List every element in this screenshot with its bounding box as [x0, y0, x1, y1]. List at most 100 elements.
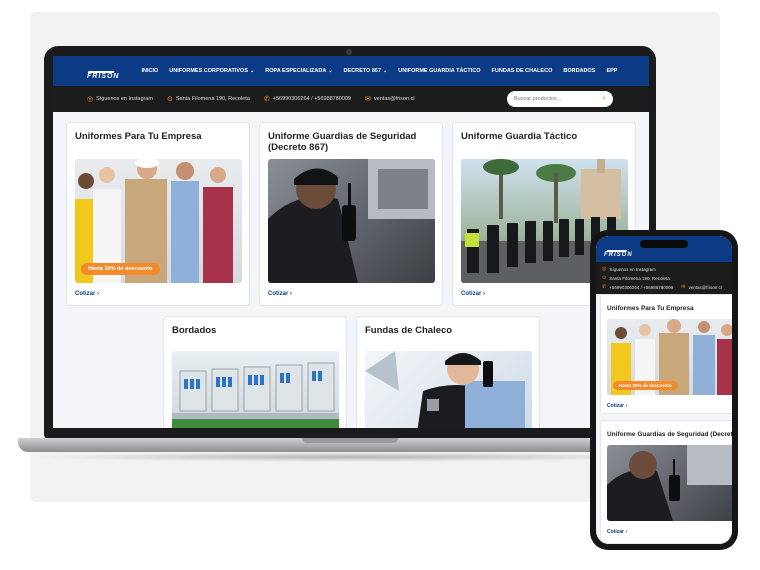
card-title: Uniforme Guardias de Seguridad (Decreto …	[268, 131, 417, 153]
card-title: Uniformes Para Tu Empresa	[607, 305, 694, 312]
location-icon: ⊙	[602, 275, 607, 281]
nav-item-ropa-especializada[interactable]: ROPA ESPECIALIZADA ⌄	[265, 68, 332, 74]
nav-label: UNIFORME GUARDIA TÁCTICO	[398, 68, 481, 74]
phone-icon: ✆	[602, 284, 607, 290]
instagram-link[interactable]: ◎ Síguenos en Instagram	[602, 266, 656, 272]
card-bordados[interactable]: Bordados	[163, 316, 347, 428]
cotizar-label: Cotizar	[461, 291, 482, 297]
mobile-card-guardias-seguridad[interactable]: Uniforme Guardias de Seguridad (Decreto …	[600, 420, 732, 544]
location-icon: ⊙	[166, 96, 173, 103]
nav-item-guardia-tactico[interactable]: UNIFORME GUARDIA TÁCTICO	[398, 68, 480, 74]
email-label: ventas@frison.cl	[688, 284, 722, 290]
nav-label: ROPA ESPECIALIZADA	[265, 68, 327, 74]
chevron-down-icon: ⌄	[328, 68, 333, 74]
chevron-down-icon: ⌄	[383, 68, 388, 74]
card-title: Fundas de Chaleco	[365, 325, 453, 336]
nav-label: EPP	[606, 68, 618, 74]
card-title: Uniforme Guardias de Seguridad (Decreto …	[607, 431, 732, 438]
card-image-guard	[607, 445, 732, 521]
mobile-info-bar: ◎ Síguenos en Instagram ⊙ Santa Filomena 1…	[596, 262, 732, 294]
logo-text: FRISON	[87, 72, 120, 80]
nav-label: FUNDAS DE CHALECO	[491, 68, 553, 74]
phone-label: +56990306264 / +56988780009	[609, 284, 674, 290]
phone-label: +56990306264 / +56988780009	[272, 96, 352, 102]
logo-text: FRISON	[604, 252, 633, 258]
info-bar: ◎ Síguenos en Instagram ⊙ Santa Filomena 1…	[53, 86, 649, 112]
instagram-icon: ◎	[602, 266, 607, 272]
cotizar-link[interactable]: Cotizar ›	[268, 291, 292, 297]
card-image-guard	[268, 159, 435, 283]
mail-icon: ✉	[365, 96, 371, 103]
instagram-label: Síguenos en Instagram	[609, 266, 656, 272]
logo-mark	[87, 62, 119, 73]
instagram-label: Síguenos en Instagram	[96, 96, 153, 102]
nav-item-inicio[interactable]: INICIO	[141, 68, 158, 74]
phone-screen: FRISON ◎ Síguenos en Instagram ⊙ Santa Fil…	[596, 236, 732, 544]
nav-item-epp[interactable]: EPP	[606, 68, 617, 74]
address: ⊙ Santa Filomena 190, Recoleta	[167, 95, 250, 103]
laptop-screen: FRISON INICIO UNIFORMES CORPORATIVOS ⌄ RO…	[53, 56, 649, 428]
cotizar-link[interactable]: Cotizar ›	[607, 403, 627, 409]
email-link[interactable]: ✉ ventas@frison.cl	[365, 95, 415, 103]
main-nav: FRISON INICIO UNIFORMES CORPORATIVOS ⌄ RO…	[53, 56, 649, 86]
card-uniformes-empresa[interactable]: Uniformes Para Tu Empresa Hasta 30% de d…	[66, 122, 250, 306]
card-guardias-seguridad[interactable]: Uniforme Guardias de Seguridad (Decreto …	[259, 122, 443, 306]
address: ⊙ Santa Filomena 190, Recoleta	[602, 275, 670, 281]
discount-badge: Hasta 30% de descuento	[81, 263, 160, 275]
address-label: Santa Filomena 190, Recoleta	[609, 275, 670, 281]
instagram-icon: ◎	[87, 96, 94, 103]
search-input[interactable]: Buscar productos... ⌕	[507, 91, 613, 107]
nav-label: UNIFORMES CORPORATIVOS	[169, 68, 249, 74]
nav-item-bordados[interactable]: BORDADOS	[563, 68, 595, 74]
nav-item-fundas-chaleco[interactable]: FUNDAS DE CHALECO	[492, 68, 553, 74]
vest-illustration	[365, 351, 525, 428]
logo[interactable]: FRISON	[87, 62, 120, 80]
guard-illustration	[268, 159, 435, 283]
cotizar-link[interactable]: Cotizar ›	[607, 529, 627, 535]
phone-dynamic-island	[640, 240, 688, 248]
chevron-right-icon: ›	[97, 291, 100, 297]
logo-mark	[606, 244, 631, 252]
mobile-card-uniformes-empresa[interactable]: Uniformes Para Tu Empresa Hasta 30% de d…	[600, 294, 732, 414]
card-title: Uniformes Para Tu Empresa	[75, 131, 202, 142]
camera	[346, 49, 352, 55]
cotizar-label: Cotizar	[607, 529, 624, 535]
email-link[interactable]: ✉ ventas@frison.cl	[681, 284, 722, 290]
card-image-embroidery	[172, 351, 339, 428]
nav-label: INICIO	[141, 68, 159, 74]
card-title: Uniforme Guardia Táctico	[461, 131, 578, 142]
chevron-right-icon: ›	[483, 291, 486, 297]
nav-label: DECRETO 867	[343, 68, 382, 74]
email-label: ventas@frison.cl	[373, 96, 415, 102]
guard-illustration	[607, 445, 732, 521]
instagram-link[interactable]: ◎ Síguenos en Instagram	[87, 95, 153, 103]
mail-icon: ✉	[681, 284, 686, 290]
menu: INICIO UNIFORMES CORPORATIVOS ⌄ ROPA ESPE…	[141, 68, 628, 74]
nav-item-decreto-867[interactable]: DECRETO 867 ⌄	[344, 68, 388, 74]
laptop-shadow	[30, 452, 670, 462]
mobile-logo[interactable]: FRISON	[604, 244, 633, 258]
phone-link[interactable]: ✆ +56990306264 / +56988780009	[264, 95, 351, 103]
cotizar-link[interactable]: Cotizar ›	[75, 291, 99, 297]
cotizar-link[interactable]: Cotizar ›	[461, 291, 485, 297]
phone-link[interactable]: ✆ +56990306264 / +56988780009	[602, 284, 673, 290]
phone-icon: ✆	[263, 96, 270, 103]
cotizar-label: Cotizar	[607, 403, 624, 409]
nav-item-uniformes-corporativos[interactable]: UNIFORMES CORPORATIVOS ⌄	[169, 68, 254, 74]
chevron-down-icon: ⌄	[250, 68, 255, 74]
address-label: Santa Filomena 190, Recoleta	[175, 96, 250, 102]
chevron-right-icon: ›	[625, 529, 628, 535]
embroidery-illustration	[172, 362, 339, 428]
chevron-right-icon: ›	[290, 291, 293, 297]
search-placeholder: Buscar productos...	[514, 96, 562, 102]
chevron-right-icon: ›	[625, 403, 628, 409]
cotizar-label: Cotizar	[268, 291, 289, 297]
card-fundas-chaleco[interactable]: Fundas de Chaleco	[356, 316, 540, 428]
cotizar-label: Cotizar	[75, 291, 96, 297]
card-title: Bordados	[172, 325, 217, 336]
nav-label: BORDADOS	[563, 68, 596, 74]
laptop-notch	[302, 438, 398, 443]
search-icon[interactable]: ⌕	[602, 95, 606, 103]
discount-badge: Hasta 30% de descuento	[613, 381, 678, 390]
card-image-vest	[365, 351, 532, 428]
